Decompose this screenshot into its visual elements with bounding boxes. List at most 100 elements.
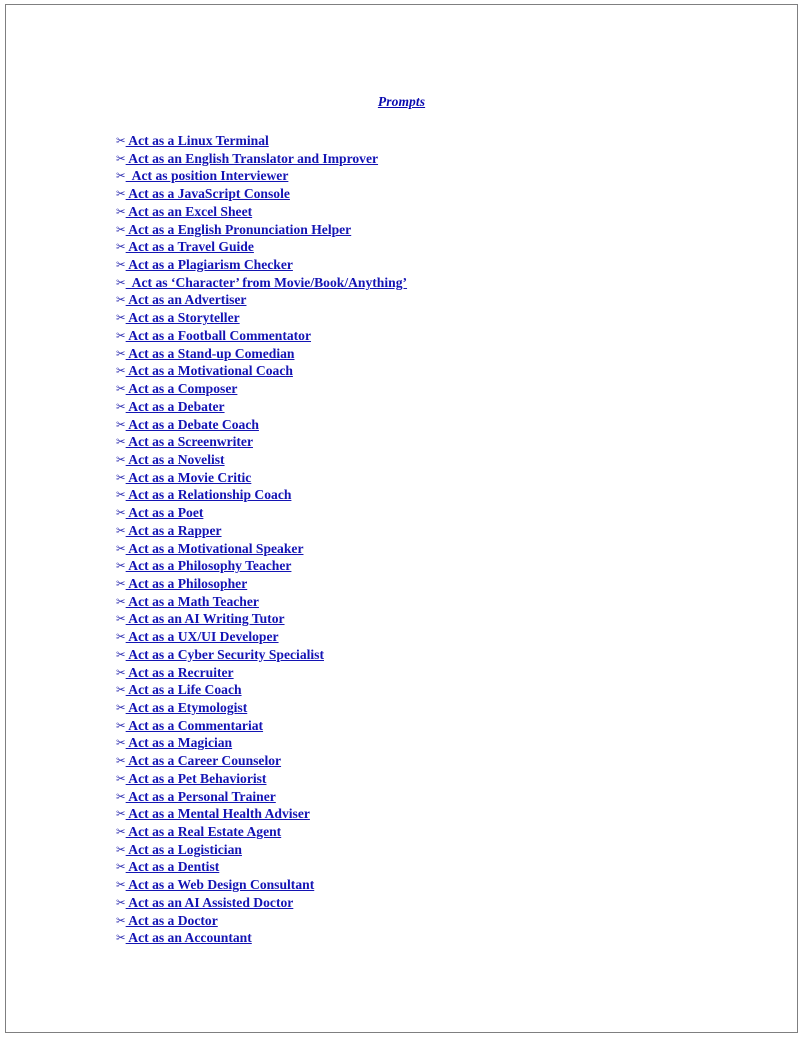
prompt-link-label: Act as a Screenwriter [125, 434, 253, 450]
prompt-link[interactable]: ✂ Act as a Storyteller [116, 310, 240, 325]
prompt-link[interactable]: ✂ Act as a Debate Coach [116, 417, 259, 432]
prompt-link-label: Act as a Debate Coach [125, 416, 259, 432]
scissors-icon: ✂ [116, 665, 126, 680]
prompt-link-label: Act as ‘Character’ from Movie/Book/Anyth… [125, 274, 408, 290]
prompt-link[interactable]: ✂ Act as a Real Estate Agent [116, 824, 281, 839]
scissors-icon: ✂ [116, 806, 126, 821]
prompt-link[interactable]: ✂ Act as a Football Commentator [116, 328, 311, 343]
list-item: ✂ Act as a Recruiter [116, 664, 407, 682]
list-item: ✂ Act as a Motivational Speaker [116, 540, 407, 558]
scissors-icon: ✂ [116, 859, 126, 874]
list-item: ✂ Act as a Rapper [116, 522, 407, 540]
list-item: ✂ Act as a Web Design Consultant [116, 876, 407, 894]
list-item: ✂ Act as a Mental Health Adviser [116, 805, 407, 823]
prompt-link[interactable]: ✂ Act as a Life Coach [116, 682, 242, 697]
prompt-link[interactable]: ✂ Act as a Motivational Coach [116, 363, 293, 378]
prompt-link-label: Act as a Philosopher [125, 575, 248, 591]
scissors-icon: ✂ [116, 292, 126, 307]
prompt-link[interactable]: ✂ Act as a Stand-up Comedian [116, 346, 294, 361]
scissors-icon: ✂ [116, 771, 126, 786]
scissors-icon: ✂ [116, 222, 126, 237]
prompt-link[interactable]: ✂ Act as a Mental Health Adviser [116, 806, 310, 821]
scissors-icon: ✂ [116, 789, 126, 804]
prompt-link[interactable]: ✂ Act as a Linux Terminal [116, 133, 269, 148]
prompt-link[interactable]: ✂ Act as a Motivational Speaker [116, 541, 303, 556]
prompt-link-label: Act as a Plagiarism Checker [125, 257, 293, 273]
prompt-link[interactable]: ✂ Act as a Philosophy Teacher [116, 558, 291, 573]
prompt-link-label: Act as a Linux Terminal [125, 133, 269, 148]
scissors-icon: ✂ [116, 753, 126, 768]
scissors-icon: ✂ [116, 594, 126, 609]
prompt-link[interactable]: ✂ Act as ‘Character’ from Movie/Book/Any… [116, 275, 407, 290]
prompt-link[interactable]: ✂ Act as a Magician [116, 735, 232, 750]
prompt-link-list: ✂ Act as a Linux Terminal ✂ Act as an Eng… [116, 132, 407, 947]
prompt-link[interactable]: ✂ Act as a Dentist [116, 859, 219, 874]
prompt-link-label: Act as a Football Commentator [125, 327, 312, 343]
scissors-icon: ✂ [116, 417, 126, 431]
prompt-link-label: Act as a Novelist [125, 451, 225, 467]
prompt-link-label: Act as a Travel Guide [125, 239, 254, 255]
list-item: ✂ Act as position Interviewer [116, 167, 407, 185]
scissors-icon: ✂ [116, 346, 126, 361]
list-item: ✂ Act as an AI Assisted Doctor [116, 894, 407, 912]
prompt-link[interactable]: ✂ Act as a Commentariat [116, 718, 263, 733]
prompt-link[interactable]: ✂ Act as a English Pronunciation Helper [116, 222, 351, 237]
prompt-link[interactable]: ✂ Act as a Composer [116, 381, 237, 396]
list-item: ✂ Act as an AI Writing Tutor [116, 610, 407, 628]
prompt-link[interactable]: ✂ Act as a Poet [116, 505, 203, 520]
prompt-link-label: Act as a Magician [125, 735, 233, 751]
prompt-link[interactable]: ✂ Act as an English Translator and Impro… [116, 151, 378, 166]
list-item: ✂ Act as a Dentist [116, 858, 407, 876]
scissors-icon: ✂ [116, 204, 126, 219]
prompt-link[interactable]: ✂ Act as a Philosopher [116, 576, 247, 591]
scissors-icon: ✂ [116, 700, 126, 715]
prompt-link-label: Act as an AI Assisted Doctor [125, 894, 294, 910]
list-item: ✂ Act as a Poet [116, 504, 407, 522]
list-item: ✂ Act as a Commentariat [116, 717, 407, 735]
prompt-link[interactable]: ✂ Act as a Career Counselor [116, 753, 281, 768]
prompt-link[interactable]: ✂ Act as a Math Teacher [116, 594, 259, 609]
scissors-icon: ✂ [116, 611, 126, 626]
prompt-link[interactable]: ✂ Act as a Logistician [116, 842, 242, 857]
prompt-link[interactable]: ✂ Act as a Novelist [116, 452, 225, 467]
prompt-link[interactable]: ✂ Act as an Advertiser [116, 292, 246, 307]
prompt-link-label: Act as a JavaScript Console [125, 186, 290, 202]
list-item: ✂ Act as a Cyber Security Specialist [116, 646, 407, 664]
list-item: ✂ Act as an Excel Sheet [116, 203, 407, 221]
scissors-icon: ✂ [116, 470, 126, 485]
scissors-icon: ✂ [116, 629, 126, 644]
list-item: ✂ Act as a Storyteller [116, 309, 407, 327]
prompt-link[interactable]: ✂ Act as a Pet Behaviorist [116, 771, 266, 786]
list-item: ✂ Act as an Accountant [116, 929, 407, 947]
prompt-link[interactable]: ✂ Act as a Etymologist [116, 700, 247, 715]
prompt-link[interactable]: ✂ Act as a Cyber Security Specialist [116, 647, 324, 662]
scissors-icon: ✂ [116, 558, 126, 573]
prompt-link-label: Act as a Commentariat [125, 717, 264, 733]
scissors-icon: ✂ [116, 168, 126, 183]
prompt-link-label: Act as position Interviewer [125, 168, 289, 184]
prompt-link[interactable]: ✂ Act as a Web Design Consultant [116, 877, 314, 892]
prompt-link[interactable]: ✂ Act as a Rapper [116, 523, 222, 538]
prompt-link[interactable]: ✂ Act as an AI Assisted Doctor [116, 895, 293, 910]
scissors-icon: ✂ [116, 913, 126, 928]
list-item: ✂ Act as a Philosophy Teacher [116, 557, 407, 575]
prompt-link[interactable]: ✂ Act as a UX/UI Developer [116, 629, 279, 644]
scissors-icon: ✂ [116, 381, 126, 396]
prompt-link[interactable]: ✂ Act as a Screenwriter [116, 434, 253, 449]
prompt-link[interactable]: ✂ Act as a Travel Guide [116, 239, 254, 254]
prompt-link[interactable]: ✂ Act as an AI Writing Tutor [116, 611, 285, 626]
prompt-link[interactable]: ✂ Act as a Debater [116, 399, 225, 414]
prompt-link-label: Act as a Etymologist [125, 700, 248, 715]
prompt-link[interactable]: ✂ Act as an Excel Sheet [116, 204, 252, 219]
prompt-link[interactable]: ✂ Act as an Accountant [116, 930, 252, 945]
list-item: ✂ Act as a Real Estate Agent [116, 823, 407, 841]
prompt-link[interactable]: ✂ Act as position Interviewer [116, 168, 288, 183]
prompt-link[interactable]: ✂ Act as a Plagiarism Checker [116, 257, 293, 272]
prompt-link[interactable]: ✂ Act as a JavaScript Console [116, 186, 290, 201]
prompt-link[interactable]: ✂ Act as a Relationship Coach [116, 487, 291, 502]
prompt-link[interactable]: ✂ Act as a Doctor [116, 913, 218, 928]
prompt-link[interactable]: ✂ Act as a Personal Trainer [116, 789, 276, 804]
prompt-link[interactable]: ✂ Act as a Recruiter [116, 665, 234, 680]
prompt-link[interactable]: ✂ Act as a Movie Critic [116, 470, 251, 485]
prompt-link-label: Act as an Accountant [125, 930, 252, 946]
